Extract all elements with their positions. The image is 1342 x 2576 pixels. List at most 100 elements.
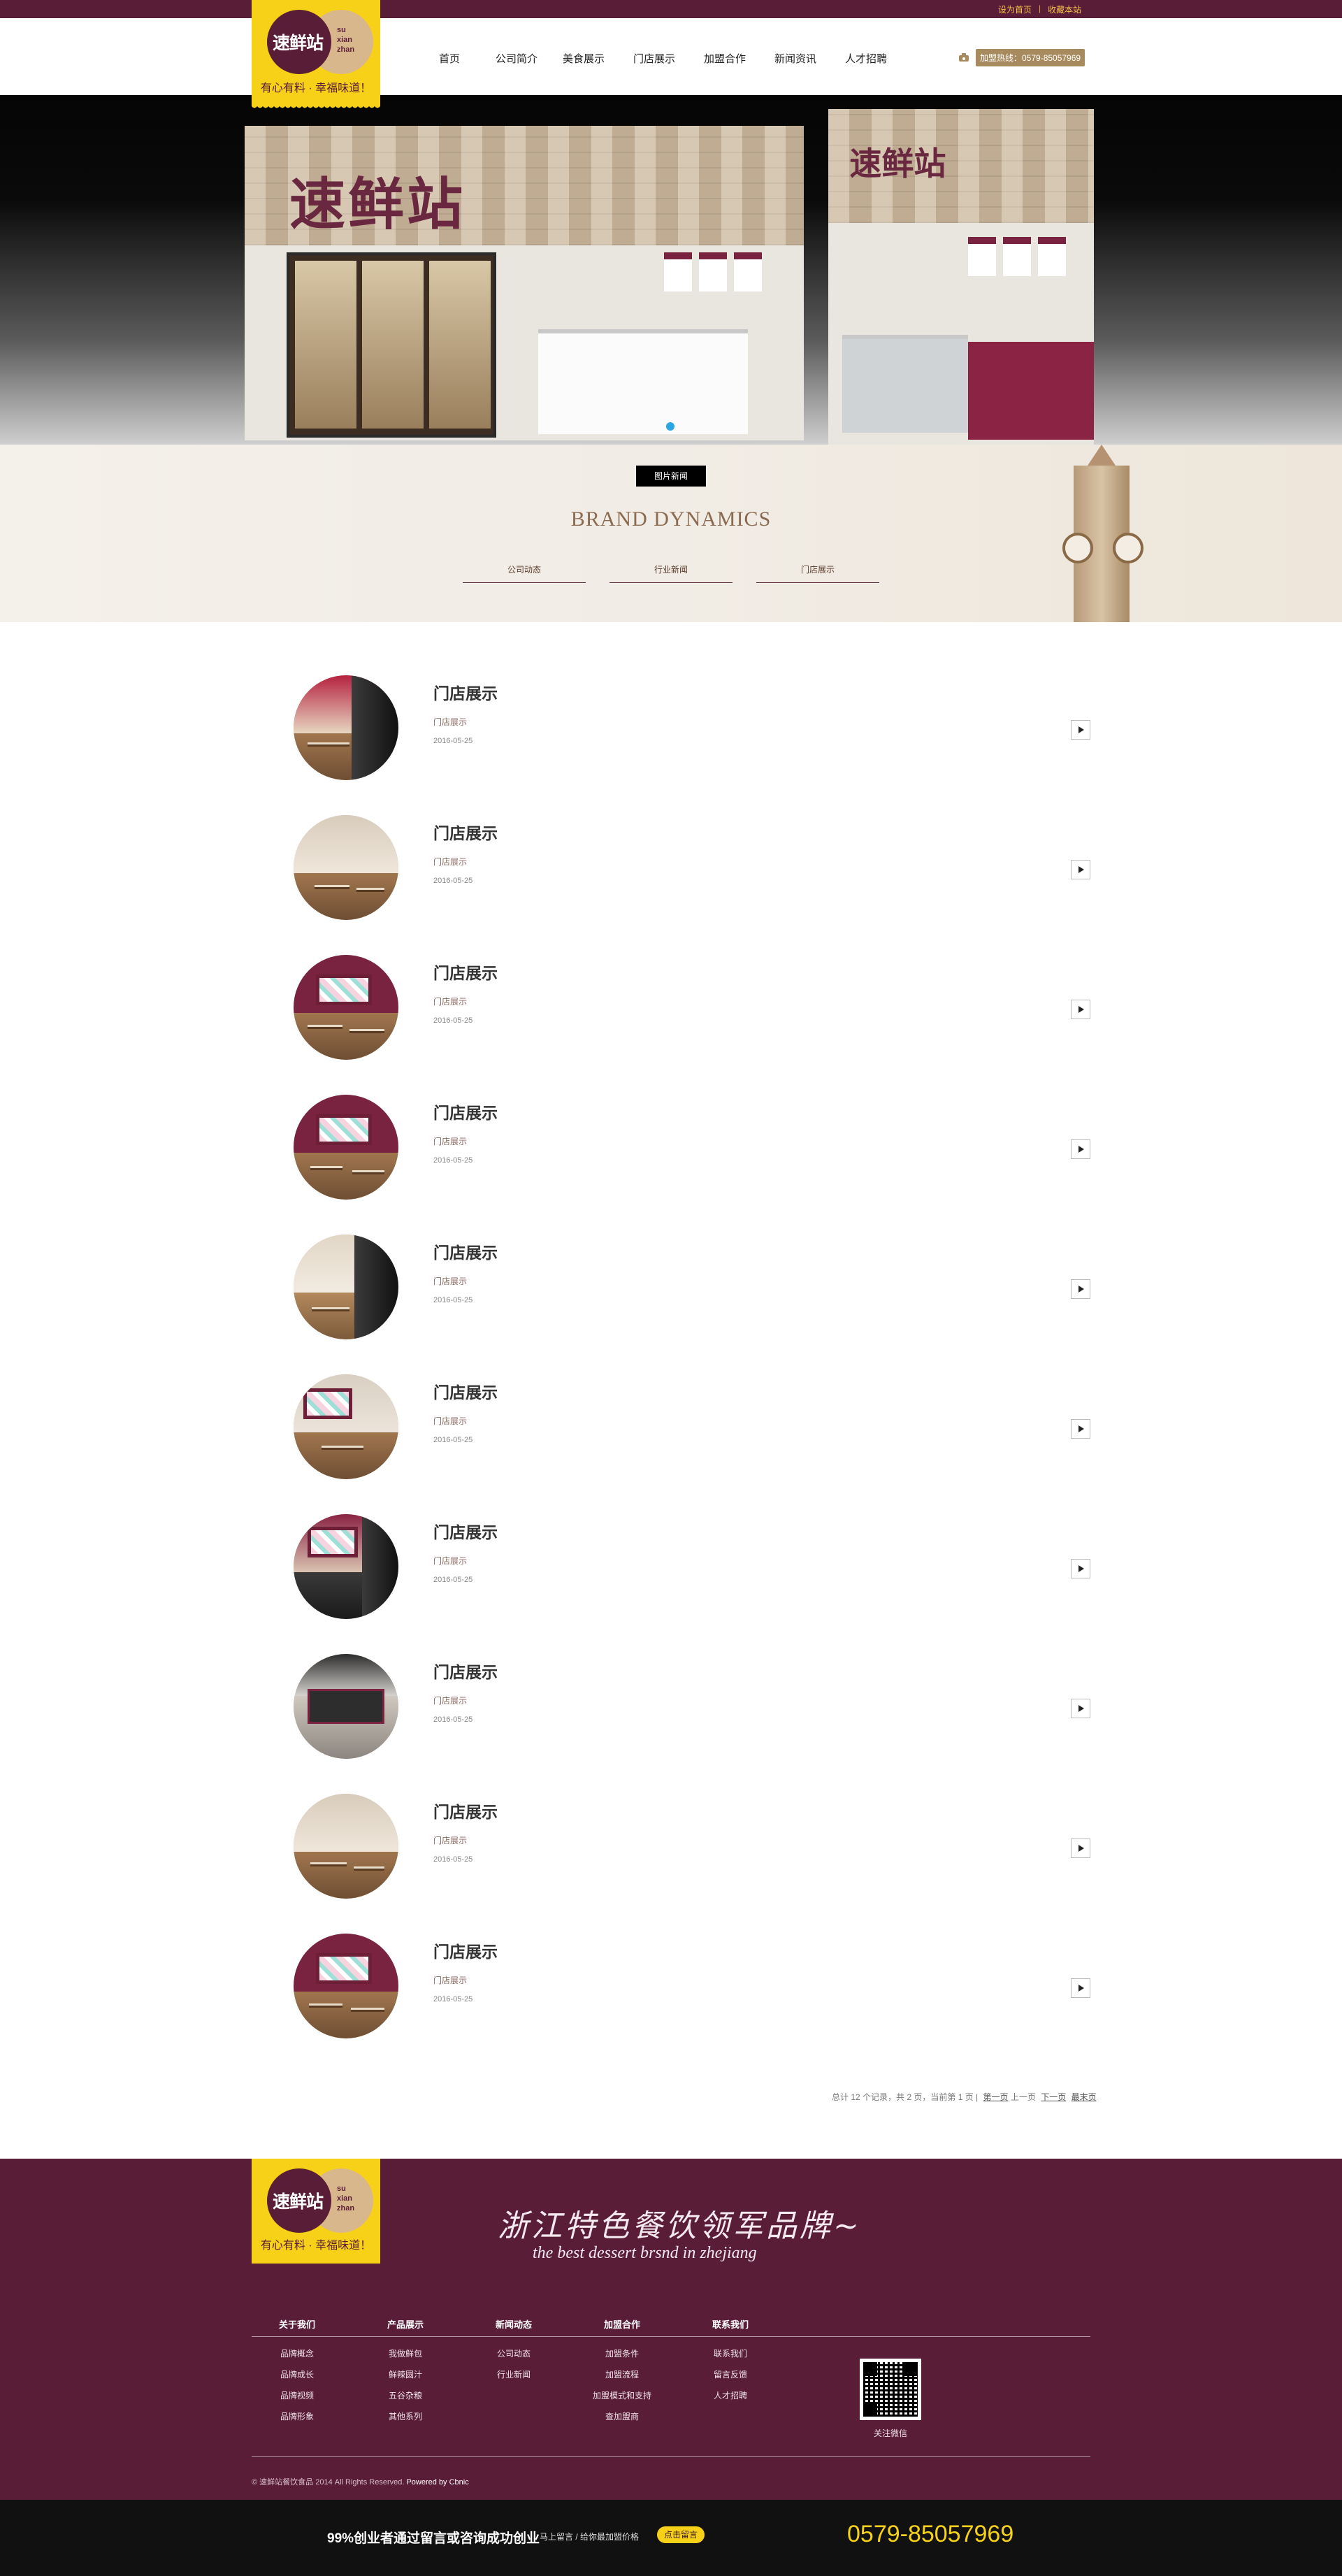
store-thumbnail[interactable] (294, 1794, 398, 1899)
store-thumbnail[interactable] (294, 1374, 398, 1479)
nav-food-display[interactable]: 美食展示 (563, 51, 633, 66)
divider: | (1039, 3, 1041, 13)
copyright: © 速鲜站餐饮食品 2014 All Rights Reserved. Powe… (252, 2476, 469, 2487)
item-title[interactable]: 门店展示 (433, 1239, 498, 1263)
powered-by-link[interactable]: Powered by Cbnic (406, 2478, 468, 2487)
tab-store-display[interactable]: 门店展示 (756, 563, 879, 583)
leave-message-button[interactable]: 点击留言 (657, 2526, 705, 2543)
next-page-link[interactable]: 下一页 (1041, 2092, 1066, 2102)
nav-store-display[interactable]: 门店展示 (633, 51, 704, 66)
list-item[interactable]: 门店展示 门店展示 2016-05-25 (292, 675, 1090, 815)
list-item[interactable]: 门店展示 门店展示 2016-05-25 (292, 955, 1090, 1095)
footer-link[interactable]: 鲜辣圆汁 (360, 2364, 451, 2385)
footer-link[interactable]: 我做鲜包 (360, 2343, 451, 2364)
footer-link[interactable]: 加盟条件 (577, 2343, 668, 2364)
thumb-floor (294, 1991, 398, 2038)
list-item[interactable]: 门店展示 门店展示 2016-05-25 (292, 1654, 1090, 1794)
footer-link[interactable]: 加盟模式和支持 (577, 2385, 668, 2406)
list-item[interactable]: 门店展示 门店展示 2016-05-25 (292, 1095, 1090, 1235)
footer-link[interactable]: 联系我们 (685, 2343, 776, 2364)
footer-link[interactable]: 品牌概念 (252, 2343, 342, 2364)
store-thumbnail[interactable] (294, 1934, 398, 2038)
logo-text-cn: 速鲜站 (273, 2192, 324, 2212)
nav-careers[interactable]: 人才招聘 (845, 51, 916, 66)
logo[interactable]: 速鲜站 su xian zhan 有心有料 · 幸福味道！ (252, 0, 380, 110)
thumb-table (351, 2008, 384, 2012)
hotline: 加盟热线：0579-85057969 (958, 49, 1085, 66)
slider-dot-active[interactable] (666, 422, 674, 431)
store-thumbnail[interactable] (294, 1654, 398, 1759)
footer-link[interactable]: 留言反馈 (685, 2364, 776, 2385)
item-title[interactable]: 门店展示 (433, 1938, 498, 1962)
logo-slogan: 有心有料 · 幸福味道！ (260, 2240, 372, 2252)
list-item[interactable]: 门店展示 门店展示 2016-05-25 (292, 1794, 1090, 1934)
arrow-right-icon[interactable] (1071, 1279, 1090, 1299)
store-thumbnail[interactable] (294, 815, 398, 920)
arrow-right-icon[interactable] (1071, 1419, 1090, 1439)
footer-col-head[interactable]: 新闻动态 (468, 2317, 559, 2333)
nav-news[interactable]: 新闻资讯 (774, 51, 845, 66)
thumb-shadow (361, 1514, 398, 1619)
set-homepage-link[interactable]: 设为首页 (998, 3, 1032, 15)
footer-link[interactable]: 查加盟商 (577, 2406, 668, 2427)
footer-logo[interactable]: 速鲜站 su xian zhan 有心有料 · 幸福味道！ (252, 2159, 380, 2264)
footer-link[interactable]: 公司动态 (468, 2343, 559, 2364)
arrow-right-icon[interactable] (1071, 1559, 1090, 1578)
footer-link[interactable]: 行业新闻 (468, 2364, 559, 2385)
list-item[interactable]: 门店展示 门店展示 2016-05-25 (292, 1374, 1090, 1514)
list-item[interactable]: 门店展示 门店展示 2016-05-25 (292, 1514, 1090, 1654)
cta-phone: 0579-85057969 (847, 2521, 1014, 2547)
item-title[interactable]: 门店展示 (433, 680, 498, 704)
footer-col-franchise: 加盟合作 加盟条件 加盟流程 加盟模式和支持 查加盟商 (577, 2317, 668, 2427)
nav-franchise[interactable]: 加盟合作 (704, 51, 774, 66)
item-title[interactable]: 门店展示 (433, 820, 498, 844)
first-page-link[interactable]: 第一页 (983, 2092, 1009, 2102)
thumb-table (352, 1170, 384, 1174)
nav-home[interactable]: 首页 (428, 51, 493, 66)
footer-link[interactable]: 人才招聘 (685, 2385, 776, 2406)
footer-link[interactable]: 品牌形象 (252, 2406, 342, 2427)
arrow-right-icon[interactable] (1071, 1139, 1090, 1159)
arrow-right-icon[interactable] (1071, 1699, 1090, 1718)
bookmark-link[interactable]: 收藏本站 (1048, 3, 1081, 15)
item-title[interactable]: 门店展示 (433, 1519, 498, 1543)
last-page-link[interactable]: 最末页 (1072, 2092, 1097, 2102)
list-item[interactable]: 门店展示 门店展示 2016-05-25 (292, 1235, 1090, 1374)
footer-col-head[interactable]: 关于我们 (252, 2317, 342, 2333)
store-thumbnail[interactable] (294, 1235, 398, 1339)
logo-en-2: xian (337, 36, 353, 44)
thumb-menu-board (316, 974, 372, 1005)
logo-text-cn: 速鲜站 (273, 33, 324, 53)
footer-link[interactable]: 品牌成长 (252, 2364, 342, 2385)
footer-col-head[interactable]: 联系我们 (685, 2317, 776, 2333)
footer-link[interactable]: 其他系列 (360, 2406, 451, 2427)
arrow-right-icon[interactable] (1071, 860, 1090, 879)
item-title[interactable]: 门店展示 (433, 960, 498, 984)
tab-industry-news[interactable]: 行业新闻 (609, 563, 733, 583)
arrow-right-icon[interactable] (1071, 1839, 1090, 1858)
item-title[interactable]: 门店展示 (433, 1379, 498, 1403)
item-title[interactable]: 门店展示 (433, 1100, 498, 1123)
footer-col-head[interactable]: 加盟合作 (577, 2317, 668, 2333)
store-thumbnail[interactable] (294, 1095, 398, 1200)
menu-board (1038, 237, 1066, 277)
arrow-right-icon[interactable] (1071, 1978, 1090, 1998)
arrow-right-icon[interactable] (1071, 1000, 1090, 1019)
footer-col-head[interactable]: 产品展示 (360, 2317, 451, 2333)
store-thumbnail[interactable] (294, 675, 398, 780)
item-date: 2016-05-25 (433, 877, 473, 885)
footer-link[interactable]: 加盟流程 (577, 2364, 668, 2385)
item-title[interactable]: 门店展示 (433, 1659, 498, 1683)
store-thumbnail[interactable] (294, 955, 398, 1060)
list-item[interactable]: 门店展示 门店展示 2016-05-25 (292, 1934, 1090, 2073)
nav-company-profile[interactable]: 公司简介 (493, 51, 563, 66)
logo-slogan: 有心有料 · 幸福味道！ (260, 82, 372, 94)
list-item[interactable]: 门店展示 门店展示 2016-05-25 (292, 815, 1090, 955)
window-pane (362, 261, 424, 429)
footer-link[interactable]: 品牌视频 (252, 2385, 342, 2406)
item-title[interactable]: 门店展示 (433, 1799, 498, 1822)
tab-company-news[interactable]: 公司动态 (463, 563, 586, 583)
arrow-right-icon[interactable] (1071, 720, 1090, 740)
footer-link[interactable]: 五谷杂粮 (360, 2385, 451, 2406)
store-thumbnail[interactable] (294, 1514, 398, 1619)
